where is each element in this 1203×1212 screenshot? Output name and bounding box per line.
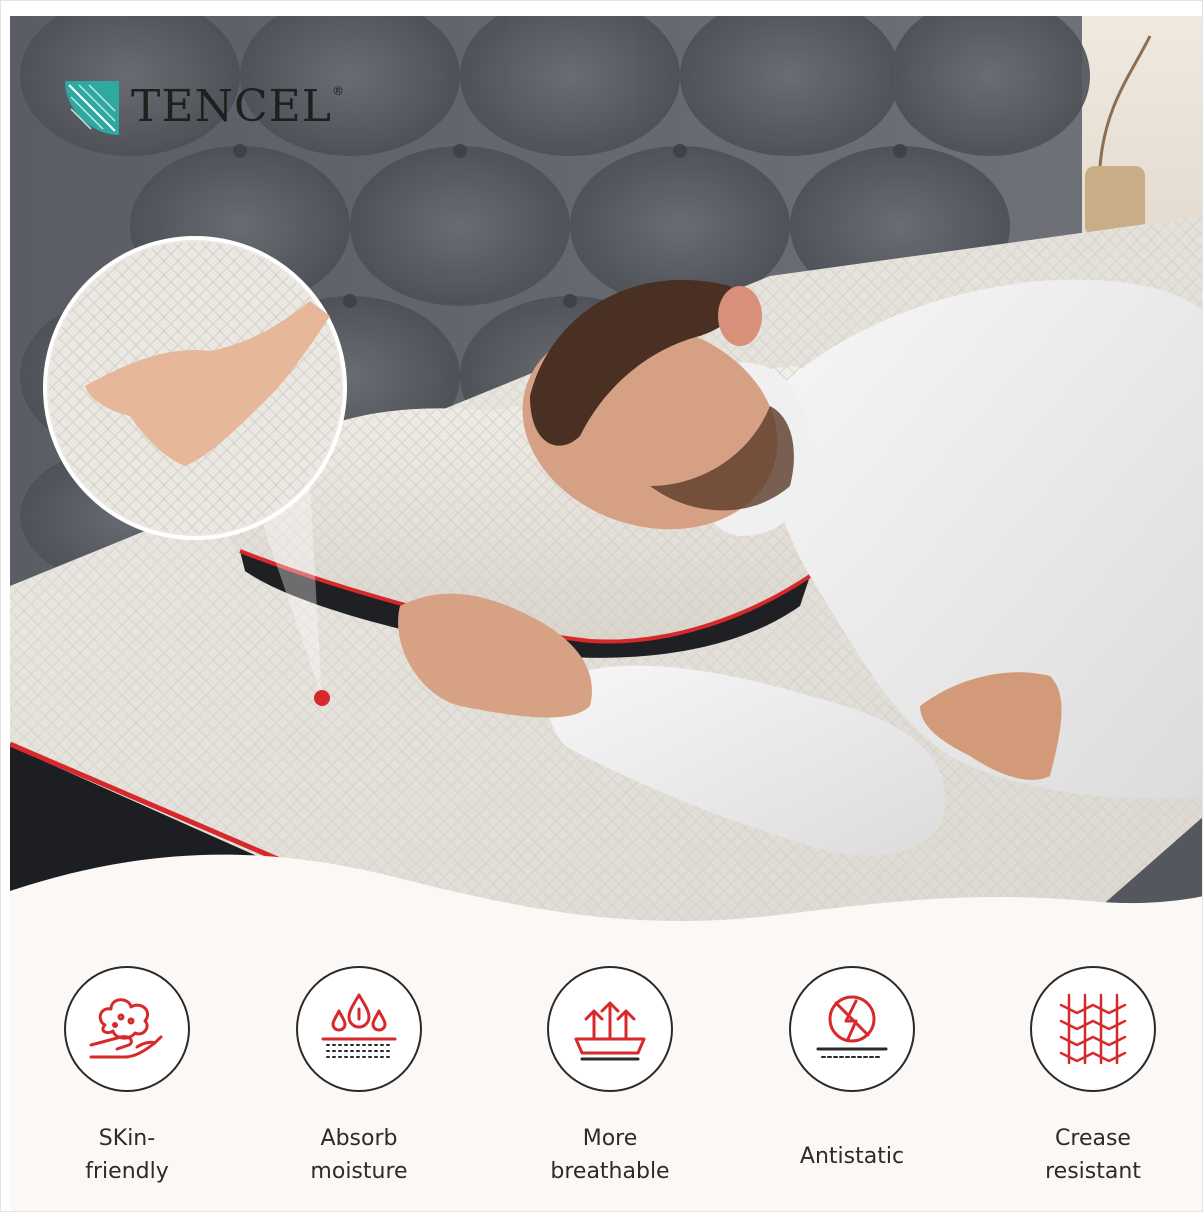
feature-label: Antistatic <box>799 1144 905 1169</box>
leaf-icon <box>65 81 119 135</box>
feature-crease-resistant: Crease resistant <box>973 966 1202 1188</box>
feature-label: Crease resistant <box>1045 1126 1141 1184</box>
hero-photo <box>10 16 1202 951</box>
absorb-moisture-icon <box>296 966 422 1092</box>
breathable-icon <box>547 966 673 1092</box>
tencel-logo: TENCEL® <box>63 77 345 137</box>
antistatic-icon <box>789 966 915 1092</box>
feature-more-breathable: More breathable <box>490 966 730 1188</box>
feature-label: Absorb moisture <box>310 1126 408 1184</box>
feature-strip: SKin- friendly Absorb moisture More brea… <box>7 941 1202 1211</box>
crease-resistant-icon <box>1030 966 1156 1092</box>
product-image-frame: TENCEL® SKin- friendly Absorb moisture M… <box>0 0 1203 1212</box>
feature-label: SKin- friendly <box>85 1126 169 1184</box>
feature-skin-friendly: SKin- friendly <box>7 966 247 1188</box>
skin-friendly-icon <box>64 966 190 1092</box>
logo-text: TENCEL® <box>131 81 345 132</box>
callout-dot-icon <box>314 690 330 706</box>
feature-antistatic: Antistatic <box>732 966 972 1173</box>
feature-absorb-moisture: Absorb moisture <box>239 966 479 1188</box>
wave-divider <box>10 854 1202 951</box>
feature-label: More breathable <box>550 1126 670 1184</box>
